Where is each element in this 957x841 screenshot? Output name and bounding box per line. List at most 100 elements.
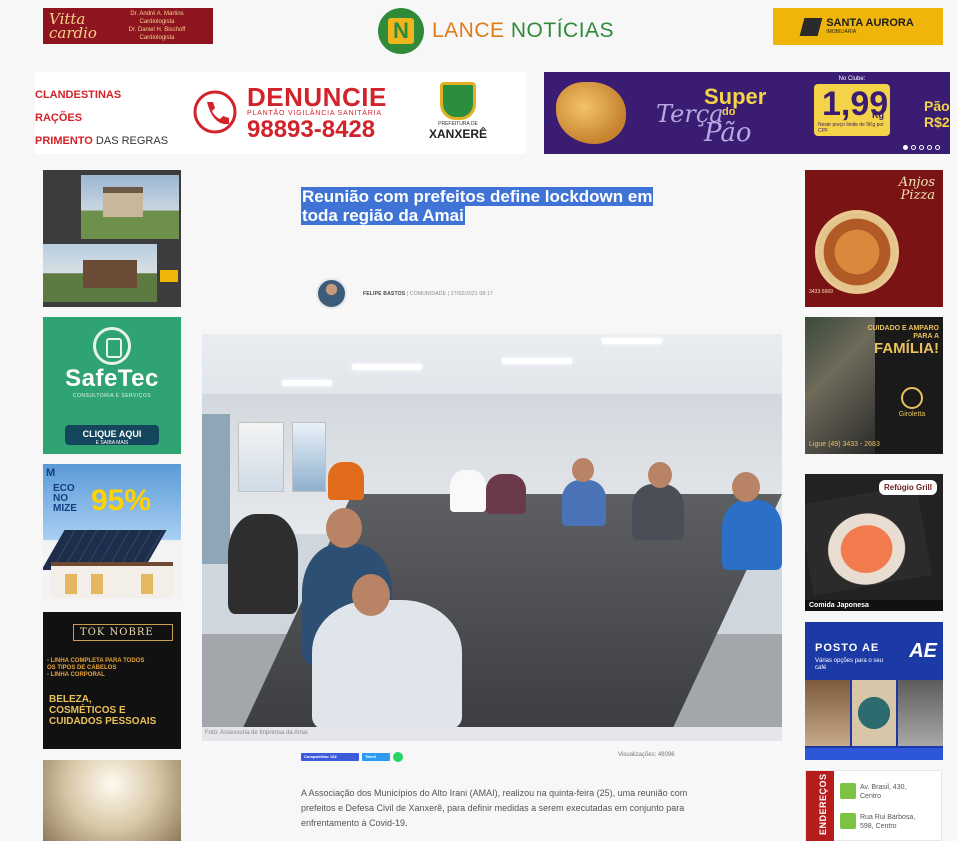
refugio-grill-ad[interactable]: Refúgio Grill Comida Japonesa: [805, 474, 943, 611]
safetec-button-label: CLIQUE AQUI: [82, 429, 142, 439]
carousel-dot[interactable]: [903, 145, 908, 150]
denuncie-title: DENUNCIE: [247, 82, 387, 112]
photo-person: [328, 462, 364, 500]
house-photo-1: [81, 175, 179, 239]
photo-window: [202, 414, 230, 564]
house-window: [65, 574, 77, 594]
brand-name: LANCE NOTÍCIAS: [432, 19, 614, 43]
tok-line-1: - LINHA COMPLETA PARA TODOS: [47, 658, 145, 664]
super-terca-pao-banner[interactable]: Terça Super do Pão No Clube: 1,99 Kg Nes…: [544, 72, 950, 154]
author-avatar[interactable]: [316, 278, 347, 309]
accent-bar: [160, 270, 178, 282]
carousel-dot[interactable]: [911, 145, 916, 150]
pizza-title: Anjos Pizza: [899, 176, 935, 202]
solar-energy-ad[interactable]: M ECO NO MIZE 95%: [43, 464, 181, 601]
address-item[interactable]: Rua Rui Barbosa, 598, Centro: [840, 813, 940, 831]
crest-name: XANXERÊ: [428, 127, 487, 141]
photo-person: [228, 514, 298, 614]
photo-person-head: [326, 508, 362, 548]
safetec-button[interactable]: CLIQUE AQUI E SAIBA MAIS: [65, 425, 159, 446]
article-title-text: Reunião com prefeitos define lockdown em…: [301, 187, 654, 225]
posto-photo: [898, 680, 943, 746]
chandelier-ad[interactable]: [43, 760, 181, 841]
house-construction-ad[interactable]: [43, 170, 181, 307]
banner-left-text: CLANDESTINAS RAÇÕES PRIMENTO DAS REGRAS: [35, 84, 168, 153]
posto-logo: AE: [909, 640, 937, 662]
enderecos-tab-label: ENDEREÇOS: [818, 773, 828, 835]
tok-nobre-ad[interactable]: TOK NOBRE - LINHA COMPLETA PARA TODOS OS…: [43, 612, 181, 749]
safetec-ad[interactable]: SafeTec CONSULTORIA E SERVIÇOS CLIQUE AQ…: [43, 317, 181, 454]
photo-person: [562, 480, 606, 526]
santa-aurora-sub: IMOBILIÁRIA: [826, 29, 857, 35]
solar-house-image: [51, 562, 173, 598]
article-category[interactable]: COMUNIDADE: [410, 291, 446, 297]
house-photo-2: [43, 244, 157, 302]
posto-ae-ad[interactable]: POSTO AE Várias opções para o seu café A…: [805, 622, 943, 760]
doctor-2-name: Dr. Daniel H. Bischoff: [128, 27, 186, 33]
house-roof: [83, 260, 137, 288]
refugio-grill-logo: Refúgio Grill: [879, 480, 937, 495]
santa-aurora-text: SANTA AURORA IMOBILIÁRIA: [826, 17, 914, 36]
vitta-cardio-logo: Vitta cardio: [49, 10, 97, 42]
brand-name-part2: NOTÍCIAS: [510, 19, 615, 42]
safetec-sub: CONSULTORIA E SERVIÇOS: [72, 393, 152, 399]
giroletta-emblem-icon: [901, 387, 923, 409]
vigilancia-sanitaria-banner[interactable]: CLANDESTINAS RAÇÕES PRIMENTO DAS REGRAS …: [35, 72, 526, 154]
giroletta-headline: CUIDADO E AMPARO PARA A FAMÍLIA!: [863, 325, 939, 357]
address-item[interactable]: Av. Brasil, 430, Centro: [840, 783, 940, 801]
next-slide-text-1: Pão: [924, 98, 950, 114]
bread-image: [556, 82, 626, 144]
carousel-dot[interactable]: [919, 145, 924, 150]
santa-aurora-name: SANTA AURORA: [826, 17, 914, 29]
view-count: Visualizações: 48096: [618, 752, 675, 758]
tok-nobre-headline: BELEZA, COSMÉTICOS E CUIDADOS PESSOAIS: [49, 694, 156, 727]
giroletta-logo-text: Giroletta: [898, 411, 926, 418]
tok-line-2: OS TIPOS DE CABELOS: [47, 665, 117, 671]
photo-person: [486, 474, 526, 514]
anjos-pizza-ad[interactable]: Anjos Pizza 3433-5669: [805, 170, 943, 307]
article-date: 27/02/2021 08:17: [450, 290, 493, 297]
carousel-dot[interactable]: [935, 145, 940, 150]
site-logo[interactable]: N LANCE NOTÍCIAS: [378, 8, 614, 54]
brand-name-part1: LANCE: [432, 19, 505, 42]
photo-person: [450, 470, 486, 512]
carousel-dot[interactable]: [927, 145, 932, 150]
twitter-share-button[interactable]: Tweet: [362, 753, 390, 761]
denuncie-block: DENUNCIE PLANTÃO VIGILÂNCIA SANITÁRIA 98…: [247, 84, 387, 143]
santa-aurora-icon: [799, 17, 823, 36]
whatsapp-share-icon[interactable]: [393, 752, 403, 762]
article-byline: FELIPE BASTOS | COMUNIDADE | 27/02/2021 …: [316, 278, 493, 309]
giroletta-line-1: CUIDADO E AMPARO: [867, 325, 939, 332]
photo-banner: [292, 422, 326, 492]
sushi-image: [805, 484, 933, 596]
map-pin-icon: [840, 813, 856, 829]
solar-brand: M: [46, 467, 56, 479]
enderecos-widget: ENDEREÇOS Av. Brasil, 430, Centro Rua Ru…: [805, 770, 942, 841]
article-title: Reunião com prefeitos define lockdown em…: [301, 187, 686, 225]
facebook-share-button[interactable]: Compartilhar 152: [301, 753, 359, 761]
share-buttons: Compartilhar 152 Tweet: [301, 752, 403, 762]
photo-banner: [238, 422, 284, 492]
vitta-cardio-ad[interactable]: Vitta cardio Dr. André A. Martins Cardio…: [43, 8, 213, 44]
giroletta-phone: Ligue (49) 3433 - 2683: [809, 441, 880, 448]
safetec-name: SafeTec: [65, 365, 159, 392]
pizza-title-2: Pizza: [900, 188, 935, 203]
banner-left-line-3-rest: DAS REGRAS: [92, 135, 169, 147]
ceiling-light: [602, 338, 662, 344]
photo-credit: Foto: Assessoria de Imprensa da Amai: [202, 727, 782, 741]
author-name[interactable]: FELIPE BASTOS: [363, 291, 405, 297]
price-tag: 1,99 Kg Neste preço limite de 5Kg por CP…: [814, 84, 890, 136]
photo-person-head: [732, 472, 760, 502]
phone-icon: [193, 90, 237, 134]
photo-person: [722, 500, 782, 570]
giroletta-ad[interactable]: CUIDADO E AMPARO PARA A FAMÍLIA! Girolet…: [805, 317, 943, 454]
giroletta-logo: Giroletta: [889, 387, 935, 418]
pao-text: Pão: [704, 118, 752, 148]
santa-aurora-ad[interactable]: SANTA AURORA IMOBILIÁRIA: [773, 8, 943, 45]
xanxere-crest: PREFEITURA DE XANXERÊ: [423, 82, 493, 141]
house-roof: [103, 187, 143, 217]
posto-photo: [851, 680, 897, 746]
house-window: [141, 574, 153, 594]
posto-bottom-bar: [805, 748, 943, 760]
safetec-button-sub: E SAIBA MAIS: [95, 440, 129, 446]
